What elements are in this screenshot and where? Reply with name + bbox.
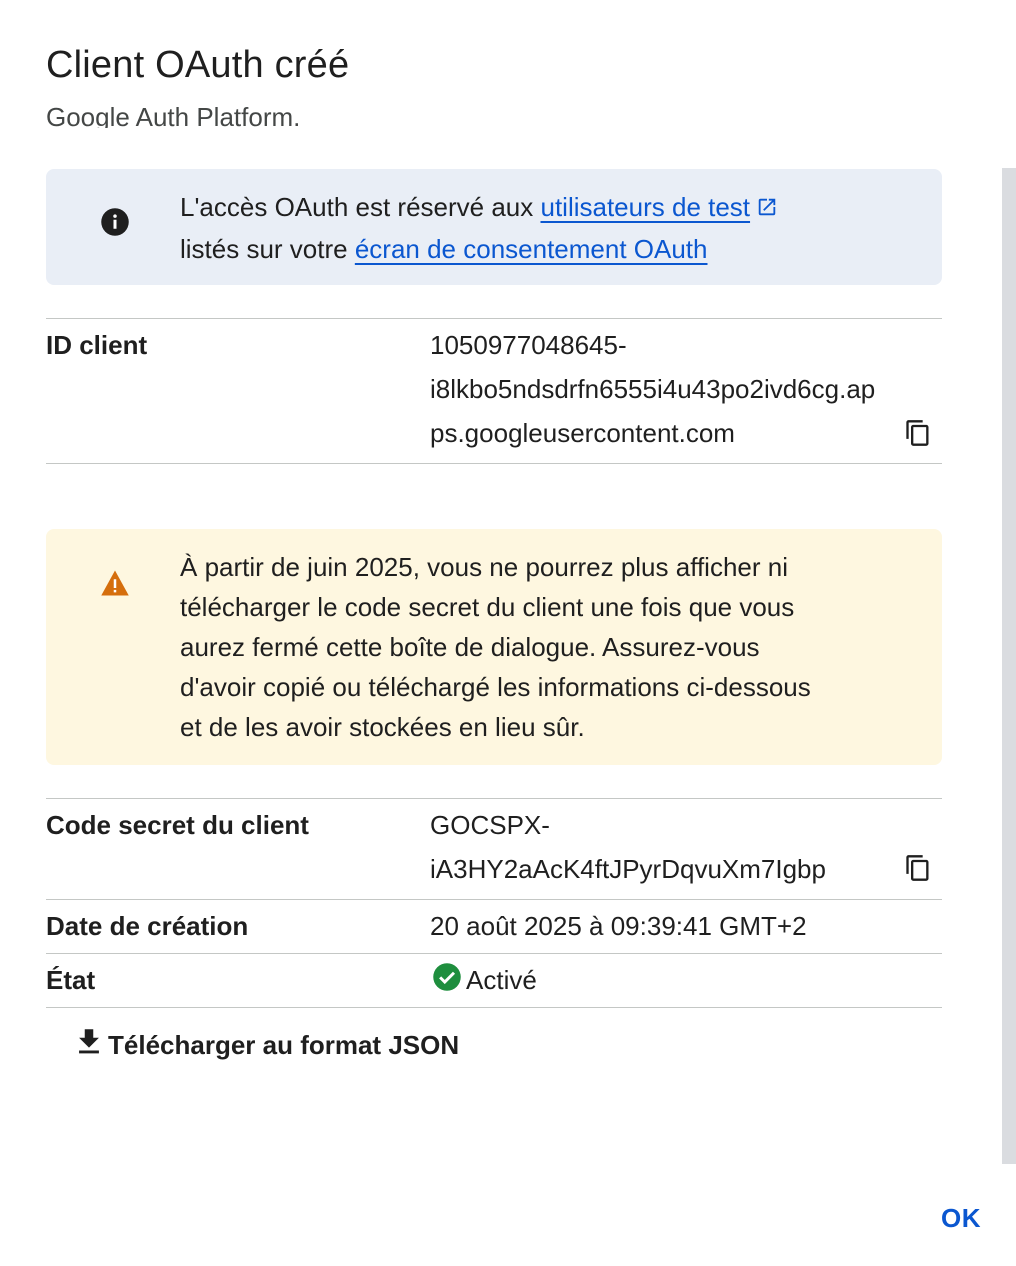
divider bbox=[46, 318, 942, 319]
warning-line: À partir de juin 2025, vous ne pourrez p… bbox=[180, 552, 788, 582]
warning-line: et de les avoir stockées en lieu sûr. bbox=[180, 712, 585, 742]
warning-line: aurez fermé cette boîte de dialogue. Ass… bbox=[180, 632, 760, 662]
copy-client-secret-button[interactable] bbox=[900, 852, 936, 888]
info-text-middle: listés sur votre bbox=[180, 234, 355, 264]
client-id-value: 1050977048645- i8lkbo5ndsdrfn6555i4u43po… bbox=[430, 323, 875, 455]
copy-icon bbox=[904, 854, 932, 887]
divider bbox=[46, 463, 942, 464]
dialog-title: Client OAuth créé bbox=[46, 44, 350, 86]
divider bbox=[46, 899, 942, 900]
state-text: Activé bbox=[466, 964, 537, 995]
client-secret-line: GOCSPX- bbox=[430, 810, 550, 840]
client-secret-label: Code secret du client bbox=[46, 810, 309, 840]
info-banner-text: L'accès OAuth est réservé aux utilisateu… bbox=[180, 187, 902, 269]
warning-banner-text: À partir de juin 2025, vous ne pourrez p… bbox=[180, 547, 902, 747]
info-banner: L'accès OAuth est réservé aux utilisateu… bbox=[46, 169, 942, 285]
client-id-line: ps.googleusercontent.com bbox=[430, 418, 735, 448]
divider bbox=[46, 1007, 942, 1008]
check-circle-icon bbox=[432, 962, 466, 999]
consent-screen-link[interactable]: écran de consentement OAuth bbox=[355, 234, 708, 264]
test-users-link[interactable]: utilisateurs de test bbox=[540, 192, 750, 222]
warning-line: d'avoir copié ou téléchargé les informat… bbox=[180, 672, 811, 702]
oauth-client-created-dialog: Client OAuth créé Google Auth Platform. … bbox=[0, 0, 1016, 1266]
creation-date-label: Date de création bbox=[46, 911, 249, 941]
client-secret-value: GOCSPX- iA3HY2aAcK4ftJPyrDqvuXm7Igbp bbox=[430, 803, 826, 891]
warning-banner: À partir de juin 2025, vous ne pourrez p… bbox=[46, 529, 942, 765]
ok-button[interactable]: OK bbox=[930, 1196, 992, 1240]
client-id-line: 1050977048645- bbox=[430, 330, 627, 360]
copy-icon bbox=[904, 419, 932, 452]
state-label: État bbox=[46, 965, 96, 995]
download-json-label: Télécharger au format JSON bbox=[108, 1029, 460, 1060]
warning-icon bbox=[100, 569, 130, 602]
client-id-label: ID client bbox=[46, 330, 148, 360]
divider bbox=[46, 798, 942, 799]
divider bbox=[46, 953, 942, 954]
scrollbar[interactable] bbox=[1002, 168, 1016, 1164]
copy-client-id-button[interactable] bbox=[900, 417, 936, 453]
warning-line: télécharger le code secret du client une… bbox=[180, 592, 795, 622]
scrolled-description-line: Google Auth Platform. bbox=[46, 102, 301, 128]
open-in-new-icon[interactable] bbox=[756, 189, 778, 229]
creation-date-value: 20 août 2025 à 09:39:41 GMT+2 bbox=[430, 911, 807, 941]
state-value: Activé bbox=[432, 958, 537, 1002]
client-secret-line: iA3HY2aAcK4ftJPyrDqvuXm7Igbp bbox=[430, 854, 826, 884]
info-icon bbox=[100, 207, 130, 242]
client-id-line: i8lkbo5ndsdrfn6555i4u43po2ivd6cg.ap bbox=[430, 374, 876, 404]
download-icon bbox=[72, 1025, 108, 1066]
scrolled-description-text: Google Auth Platform. bbox=[46, 98, 300, 128]
download-json-button[interactable]: Télécharger au format JSON bbox=[72, 1022, 459, 1068]
info-text-before: L'accès OAuth est réservé aux bbox=[180, 192, 541, 222]
